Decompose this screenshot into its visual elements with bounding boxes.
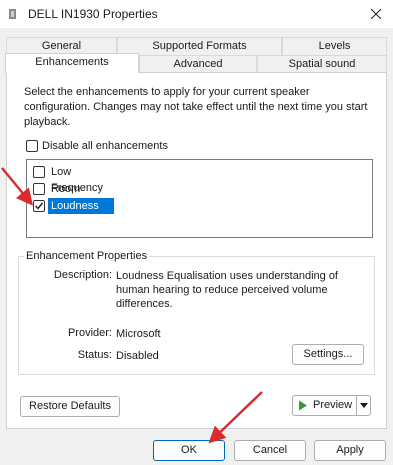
provider-value: Microsoft [116, 328, 161, 340]
enhancements-list[interactable]: Low Frequency Protection Room Correction… [26, 159, 373, 238]
list-item-label: Room Correction [51, 183, 102, 211]
description-label: Description: [53, 269, 112, 281]
restore-defaults-button[interactable]: Restore Defaults [20, 396, 120, 417]
list-item-checkbox[interactable] [33, 183, 45, 195]
checkmark-icon [35, 202, 44, 210]
window-title: DELL IN1930 Properties [28, 7, 158, 21]
preview-button[interactable]: Preview [292, 395, 371, 416]
tab-levels[interactable]: Levels [282, 37, 387, 55]
preview-label: Preview [313, 399, 353, 411]
settings-button[interactable]: Settings... [292, 344, 364, 365]
list-item-label: Loudness Equalisation [48, 198, 114, 228]
list-item-checkbox[interactable] [33, 200, 45, 212]
speaker-icon [8, 8, 20, 20]
disable-all-label[interactable]: Disable all enhancements [42, 140, 168, 152]
close-icon [371, 9, 381, 19]
play-icon [299, 400, 307, 411]
enhancements-description: Select the enhancements to apply for you… [24, 86, 368, 128]
cancel-button[interactable]: Cancel [234, 440, 306, 461]
properties-dialog: DELL IN1930 Properties General Supported… [0, 0, 393, 465]
provider-label: Provider: [67, 327, 112, 339]
description-value: Loudness Equalisation uses understanding… [116, 270, 338, 310]
tab-enhancements[interactable]: Enhancements [5, 53, 139, 73]
ok-button[interactable]: OK [153, 440, 225, 461]
close-button[interactable] [363, 2, 389, 26]
tab-supported-formats[interactable]: Supported Formats [117, 37, 282, 55]
group-title: Enhancement Properties [24, 250, 150, 262]
status-label: Status: [77, 349, 112, 361]
tab-spatial-sound[interactable]: Spatial sound [257, 55, 387, 73]
split-divider [356, 396, 357, 415]
tab-advanced[interactable]: Advanced [139, 55, 257, 73]
status-value: Disabled [116, 350, 159, 362]
list-item-checkbox[interactable] [33, 166, 45, 178]
apply-button[interactable]: Apply [314, 440, 386, 461]
disable-all-checkbox[interactable] [26, 140, 38, 152]
list-item-label: Low Frequency Protection [51, 166, 103, 210]
title-bar: DELL IN1930 Properties [0, 0, 393, 28]
chevron-down-icon[interactable] [360, 403, 368, 408]
